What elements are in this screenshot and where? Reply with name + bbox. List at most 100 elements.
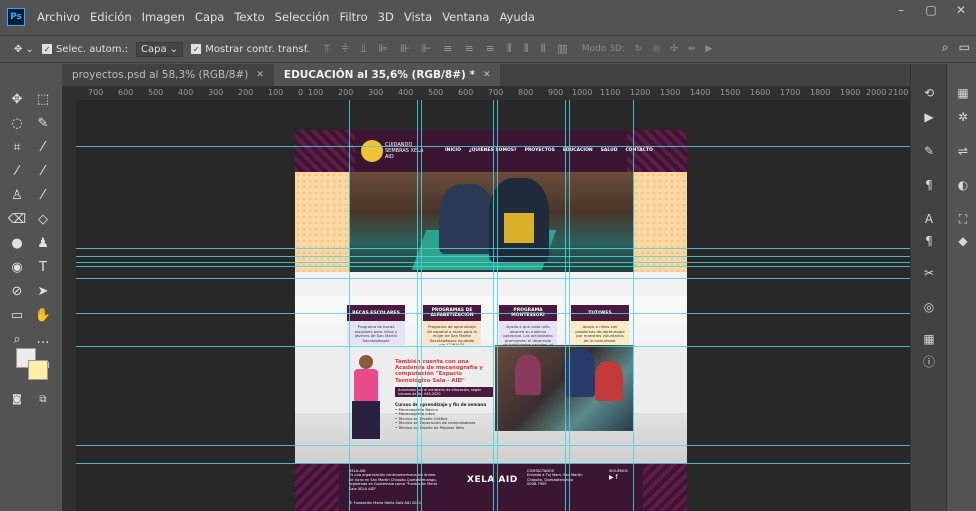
layers-panel-icon[interactable]: ▦ — [953, 84, 973, 102]
menu-3d[interactable]: 3D — [378, 10, 394, 24]
close-button[interactable]: ✕ — [946, 0, 976, 20]
guide-vertical[interactable] — [569, 100, 570, 511]
guide-vertical[interactable] — [421, 100, 422, 511]
roll-3d-icon[interactable]: ◎ — [652, 44, 660, 54]
show-transform-checkbox[interactable]: ✓ — [191, 44, 202, 54]
canvas-area[interactable]: CUIDANDO SEMBRAS XELA AID INICIO ¿QUIÉNE… — [76, 100, 910, 511]
menu-ventana[interactable]: Ventana — [442, 10, 489, 24]
guide-horizontal[interactable] — [76, 445, 910, 446]
maximize-button[interactable]: ▢ — [916, 0, 946, 20]
healing-brush-tool-icon[interactable]: ⁄ — [6, 160, 28, 182]
menu-filtro[interactable]: Filtro — [339, 10, 367, 24]
guide-horizontal[interactable] — [76, 266, 910, 267]
history-panel-icon[interactable]: ⟲ — [919, 84, 939, 102]
document-artboard[interactable]: CUIDANDO SEMBRAS XELA AID INICIO ¿QUIÉNE… — [295, 130, 687, 511]
eyedropper-tool-icon[interactable]: ⁄ — [32, 136, 54, 158]
guide-vertical[interactable] — [417, 100, 418, 511]
paint-bucket-tool-icon[interactable]: ◇ — [32, 208, 54, 230]
tab-proyectos[interactable]: proyectos.psd al 58,3% (RGB/8#) ✕ — [62, 64, 274, 86]
ruler-corner[interactable] — [62, 86, 76, 100]
guide-horizontal[interactable] — [76, 248, 910, 249]
transform-panel-icon[interactable]: ⛶ — [953, 210, 973, 228]
menu-ayuda[interactable]: Ayuda — [499, 10, 535, 24]
guide-vertical[interactable] — [493, 100, 494, 511]
guide-horizontal[interactable] — [76, 346, 910, 347]
guide-vertical[interactable] — [497, 100, 498, 511]
guide-vertical[interactable] — [633, 100, 634, 511]
guide-horizontal[interactable] — [76, 256, 910, 257]
eraser-tool-icon[interactable]: ⌫ — [6, 208, 28, 230]
drag-3d-icon[interactable]: ✣ — [670, 44, 678, 54]
menu-edicion[interactable]: Edición — [90, 10, 132, 24]
pen-tool-icon[interactable]: ◉ — [6, 256, 28, 278]
distribute-right-icon[interactable]: ⦀ — [541, 42, 546, 56]
paths-panel-icon[interactable]: ⇌ — [953, 142, 973, 160]
align-center-icon[interactable]: ⊪ — [400, 42, 410, 56]
marquee-tool-icon[interactable]: ⬚ — [32, 88, 54, 110]
workspace-icon[interactable]: ▭ — [959, 40, 970, 55]
more-tools-icon[interactable]: … — [32, 328, 54, 350]
distribute-middle-icon[interactable]: ≡ — [464, 42, 473, 56]
guide-vertical[interactable] — [349, 100, 350, 511]
align-bottom-icon[interactable]: ⫫ — [360, 42, 366, 56]
move-tool-icon[interactable]: ✥ — [6, 88, 28, 110]
menu-capa[interactable]: Capa — [195, 10, 224, 24]
channels-panel-icon[interactable]: ✲ — [953, 108, 973, 126]
search-icon[interactable]: ⌕ — [942, 40, 949, 55]
distribute-left-icon[interactable]: ⦀ — [507, 42, 512, 56]
hand-tool-icon[interactable]: ✋ — [32, 304, 54, 326]
menu-archivo[interactable]: Archivo — [37, 10, 80, 24]
guide-vertical[interactable] — [565, 100, 566, 511]
menu-vista[interactable]: Vista — [404, 10, 432, 24]
swatches-panel-icon[interactable]: ◎ — [919, 298, 939, 316]
menu-imagen[interactable]: Imagen — [142, 10, 185, 24]
brush-tool-icon[interactable]: ⁄ — [32, 160, 54, 182]
rectangle-tool-icon[interactable]: ▭ — [6, 304, 28, 326]
actions-panel-icon[interactable]: ▶ — [919, 108, 939, 126]
menu-texto[interactable]: Texto — [234, 10, 264, 24]
align-right-icon[interactable]: ⊩ — [422, 42, 432, 56]
slide-3d-icon[interactable]: ⇹ — [688, 44, 696, 54]
guide-horizontal[interactable] — [76, 262, 910, 263]
clone-stamp-tool-icon[interactable]: ♙ — [6, 184, 28, 206]
guide-horizontal[interactable] — [76, 146, 910, 147]
vertical-ruler[interactable] — [62, 100, 76, 511]
move-tool-preset-icon[interactable]: ✥ ⌄ — [14, 44, 34, 55]
screen-mode-icon[interactable]: ⧉ — [32, 388, 54, 410]
guide-horizontal[interactable] — [76, 313, 910, 314]
guide-horizontal[interactable] — [76, 463, 910, 464]
path-selection-tool-icon[interactable]: ⊘ — [6, 280, 28, 302]
align-top-icon[interactable]: ⫪ — [324, 42, 330, 56]
quick-select-tool-icon[interactable]: ✎ — [32, 112, 54, 134]
close-icon[interactable]: ✕ — [256, 70, 264, 80]
properties-panel-icon[interactable]: ▦ — [919, 330, 939, 348]
brush-settings-icon[interactable]: ✎ — [919, 142, 939, 160]
auto-align-icon[interactable]: ▥ — [557, 42, 567, 56]
menu-seleccion[interactable]: Selección — [275, 10, 330, 24]
direct-selection-tool-icon[interactable]: ➤ — [32, 280, 54, 302]
show-transform-option[interactable]: ✓ Mostrar contr. transf. — [191, 44, 310, 55]
tab-educacion[interactable]: EDUCACIÓN al 35,6% (RGB/8#) * ✕ — [273, 64, 501, 86]
adjustments-tool-icon[interactable]: ✂ — [919, 264, 939, 282]
camera-3d-icon[interactable]: ▶ — [705, 44, 712, 54]
guide-horizontal[interactable] — [76, 278, 910, 279]
info-panel-icon[interactable]: ⓘ — [919, 352, 939, 370]
distribute-center-icon[interactable]: ⦀ — [524, 42, 529, 56]
history-brush-tool-icon[interactable]: ⁄ — [32, 184, 54, 206]
distribute-bottom-icon[interactable]: ≡ — [486, 42, 495, 56]
type-tool-icon[interactable]: T — [32, 256, 54, 278]
crop-tool-icon[interactable]: ⌗ — [6, 136, 28, 158]
dodge-tool-icon[interactable]: ♟ — [32, 232, 54, 254]
paragraph-panel-icon[interactable]: ¶ — [919, 232, 939, 250]
zoom-tool-icon[interactable]: ⌕ — [6, 328, 28, 350]
character-panel-icon[interactable]: A — [919, 210, 939, 228]
minimize-button[interactable]: – — [886, 0, 916, 20]
color-panel-icon[interactable]: ◐ — [953, 176, 973, 194]
close-icon[interactable]: ✕ — [483, 70, 491, 80]
auto-select-checkbox[interactable]: ✓ — [41, 44, 52, 54]
align-left-icon[interactable]: ⊫ — [378, 42, 388, 56]
quick-mask-icon[interactable]: ◙ — [6, 388, 28, 410]
paragraph-styles-icon[interactable]: ¶ — [919, 176, 939, 194]
blur-tool-icon[interactable]: ● — [6, 232, 28, 254]
photoshop-logo-icon[interactable]: Ps — [7, 8, 25, 26]
